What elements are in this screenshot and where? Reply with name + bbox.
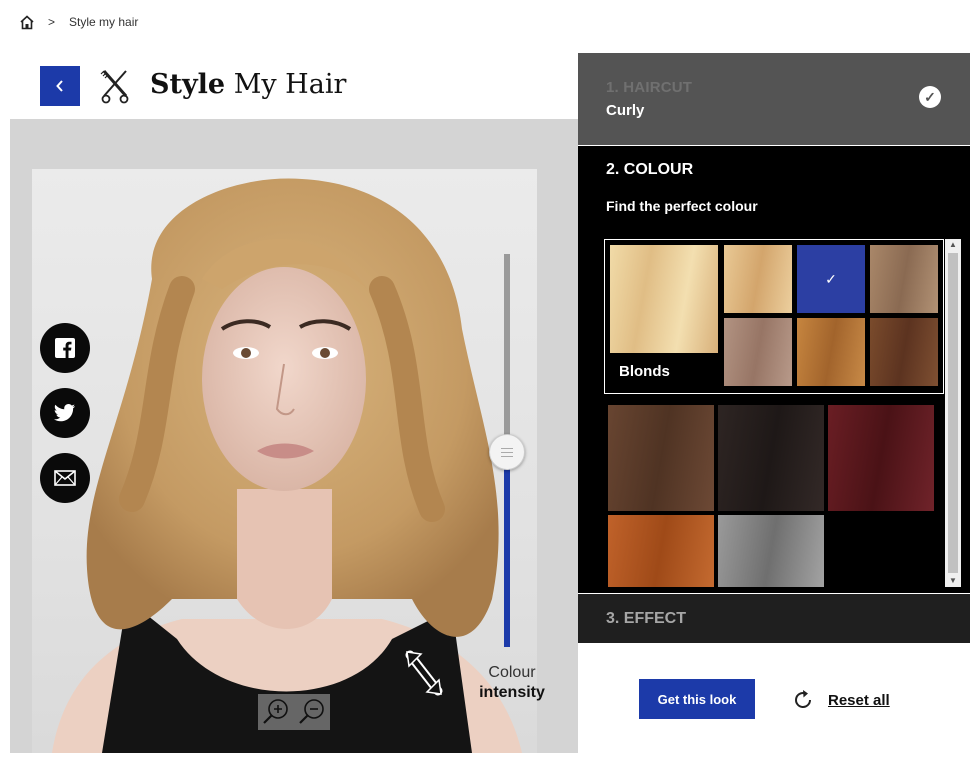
check-icon: ✓ bbox=[825, 270, 837, 287]
step-effect-label: 3. EFFECT bbox=[606, 610, 687, 627]
scroll-down-icon[interactable]: ▼ bbox=[945, 575, 961, 587]
intensity-slider-track[interactable] bbox=[504, 254, 510, 449]
intensity-slider-handle[interactable] bbox=[489, 434, 525, 470]
zoom-controls bbox=[258, 694, 330, 730]
swatch-blond-4[interactable] bbox=[724, 318, 792, 386]
intensity-slider-fill bbox=[504, 449, 510, 647]
mail-icon bbox=[54, 470, 76, 486]
swatch-grey[interactable] bbox=[718, 515, 824, 587]
swatch-blonds-main[interactable] bbox=[610, 245, 718, 353]
page-title: Style My Hair bbox=[150, 69, 347, 100]
breadcrumb-separator: > bbox=[48, 15, 56, 29]
swatch-blond-1[interactable] bbox=[724, 245, 792, 313]
zoom-in-icon[interactable] bbox=[262, 698, 290, 726]
check-icon: ✓ bbox=[919, 86, 941, 108]
preview-stage: Colour intensity bbox=[10, 119, 578, 753]
step-effect[interactable]: 3. EFFECT bbox=[578, 594, 970, 643]
swatch-group-label: Blonds bbox=[619, 363, 670, 380]
breadcrumb: > Style my hair bbox=[20, 12, 138, 32]
step-colour-subtitle: Find the perfect colour bbox=[606, 198, 758, 214]
facebook-icon bbox=[55, 338, 75, 358]
breadcrumb-current: Style my hair bbox=[69, 15, 139, 29]
zoom-out-icon[interactable] bbox=[298, 698, 326, 726]
swatch-blond-6[interactable] bbox=[870, 318, 938, 386]
refresh-icon bbox=[795, 690, 811, 708]
swatch-blond-3[interactable] bbox=[870, 245, 938, 313]
get-this-look-button[interactable]: Get this look bbox=[639, 679, 755, 719]
colour-intensity-label: Colour intensity bbox=[479, 664, 545, 701]
step-haircut[interactable]: 1. HAIRCUT Curly ✓ bbox=[578, 53, 970, 145]
facebook-share-button[interactable] bbox=[40, 323, 90, 373]
swatch-red[interactable] bbox=[828, 405, 934, 511]
resize-arrows-icon[interactable] bbox=[404, 649, 444, 697]
step-colour-label: 2. COLOUR bbox=[606, 161, 694, 178]
twitter-icon bbox=[54, 404, 76, 422]
home-icon[interactable] bbox=[20, 14, 34, 30]
email-share-button[interactable] bbox=[40, 453, 90, 503]
step-haircut-value: Curly bbox=[606, 102, 645, 119]
swatch-blond-2-selected[interactable]: ✓ bbox=[797, 245, 865, 313]
back-button[interactable] bbox=[40, 66, 80, 106]
scissors-comb-icon bbox=[100, 70, 129, 104]
step-haircut-label: 1. HAIRCUT bbox=[606, 79, 693, 96]
reset-all-label: Reset all bbox=[828, 691, 890, 709]
chevron-left-icon bbox=[56, 80, 63, 92]
swatch-blond-5[interactable] bbox=[797, 318, 865, 386]
swatch-black[interactable] bbox=[718, 405, 824, 511]
step-colour: 2. COLOUR Find the perfect colour Blonds… bbox=[578, 146, 970, 593]
swatch-brown[interactable] bbox=[608, 405, 714, 511]
twitter-share-button[interactable] bbox=[40, 388, 90, 438]
scroll-up-icon[interactable]: ▲ bbox=[945, 239, 961, 251]
reset-all-button[interactable]: Reset all bbox=[792, 689, 890, 711]
scrollbar-thumb[interactable] bbox=[948, 253, 958, 573]
swatch-copper[interactable] bbox=[608, 515, 714, 587]
swatch-scrollbar[interactable]: ▲ ▼ bbox=[945, 239, 961, 587]
